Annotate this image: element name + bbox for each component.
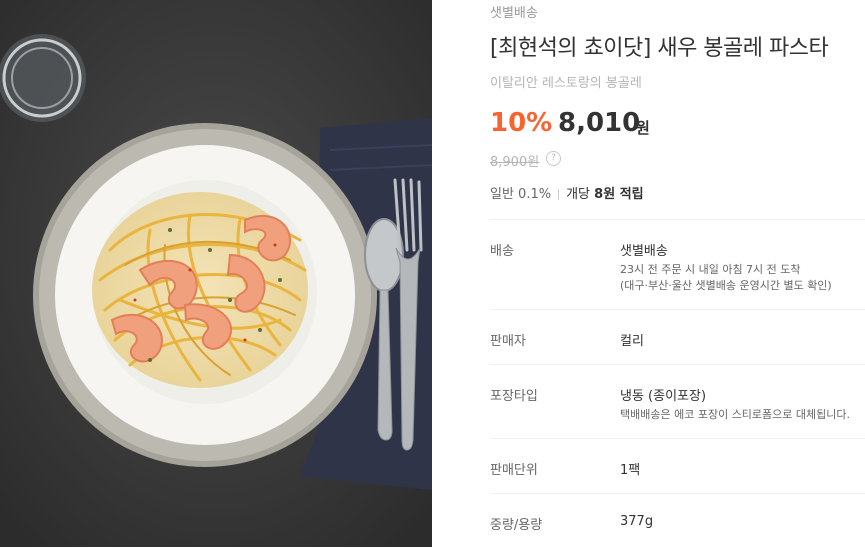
points-earn-text: 개당 [566, 187, 595, 202]
product-info-panel: 샛별배송 [최현석의 쵸이닷] 새우 봉골레 파스타 이탈리안 레스토랑의 봉골… [490, 0, 865, 547]
detail-label: 중량/용량 [490, 518, 543, 533]
detail-value: 냉동 (종이포장) [620, 389, 707, 404]
detail-label: 판매자 [490, 334, 526, 349]
product-image [0, 0, 432, 547]
detail-row-seller: 판매자 컬리 [490, 309, 865, 365]
product-subtitle: 이탈리안 레스토랑의 봉골레 [490, 76, 642, 91]
detail-label: 포장타입 [490, 389, 538, 404]
points-info: 일반 0.1% 개당 8원 적립 [490, 183, 644, 202]
detail-label: 판매단위 [490, 463, 538, 478]
detail-label: 배송 [490, 244, 514, 259]
detail-value: 1팩 [620, 463, 641, 478]
detail-desc-line-1: 택배배송은 에코 포장이 스티로폼으로 대체됩니다. [620, 408, 851, 421]
detail-row-unit: 판매단위 1팩 [490, 438, 865, 494]
detail-row-weight: 중량/용량 377g [490, 493, 865, 548]
detail-value: 377g [620, 514, 654, 529]
detail-value: 샛별배송 [620, 244, 668, 259]
points-grade: 일반 0.1% [490, 187, 552, 202]
price-currency: 원 [636, 119, 650, 137]
detail-desc-line-1: 23시 전 주문 시 내일 아침 7시 전 도착 [620, 263, 801, 276]
product-title: [최현석의 쵸이닷] 새우 봉골레 파스타 [490, 36, 829, 61]
detail-value: 컬리 [620, 334, 644, 349]
delivery-type-label: 샛별배송 [490, 6, 538, 21]
original-price: 8,900원 [490, 155, 540, 170]
detail-row-delivery: 배송 샛별배송 23시 전 주문 시 내일 아침 7시 전 도착 (대구·부산·… [490, 219, 865, 310]
detail-row-packaging: 포장타입 냉동 (종이포장) 택배배송은 에코 포장이 스티로폼으로 대체됩니다… [490, 364, 865, 439]
sale-price: 8,010 [558, 108, 641, 138]
divider [558, 189, 560, 200]
discount-rate: 10% [490, 108, 553, 138]
detail-desc-line-2: (대구·부산·울산 샛별배송 운영시간 별도 확인) [620, 279, 832, 292]
points-earn-amount: 8원 적립 [594, 187, 644, 202]
help-icon[interactable]: ? [546, 151, 561, 166]
product-photo-illustration [0, 0, 432, 547]
